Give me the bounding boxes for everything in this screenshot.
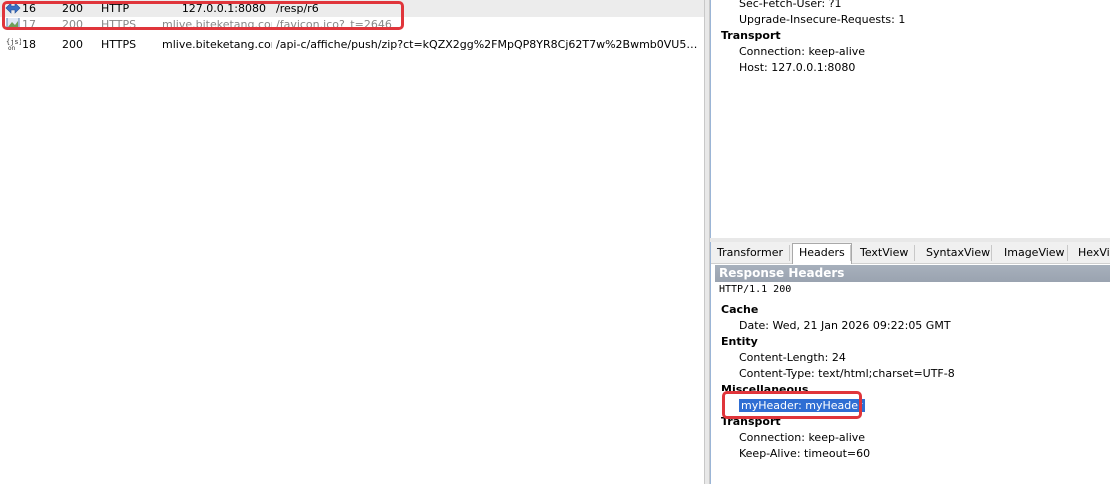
header-item: Content-Type: text/html;charset=UTF-8 — [739, 367, 955, 380]
header-item-myheader[interactable]: myHeader: myHeader — [739, 399, 865, 413]
json-icon: {js} on — [5, 37, 23, 52]
header-item: Keep-Alive: timeout=60 — [739, 447, 871, 460]
session-number: 18 — [22, 38, 36, 51]
header-group-cache: Cache — [721, 303, 759, 316]
tab-hexview[interactable]: HexView — [1072, 244, 1110, 263]
header-item: Host: 127.0.0.1:8080 — [739, 61, 856, 74]
selected-header-text[interactable]: myHeader: myHeader — [739, 399, 865, 412]
response-headers-title: Response Headers — [715, 265, 1110, 282]
header-group-miscellaneous: Miscellaneous — [721, 383, 809, 391]
header-group-entity: Entity — [721, 335, 758, 348]
header-item: Connection: keep-alive — [739, 431, 866, 444]
session-protocol: HTTPS — [101, 18, 137, 30]
session-row-18[interactable]: {js} on 18 200 HTTPS mlive.biteketang.co… — [0, 36, 704, 53]
session-result: 200 — [62, 2, 83, 15]
tab-imageview[interactable]: ImageView — [998, 244, 1071, 263]
session-protocol: HTTPS — [101, 38, 137, 51]
session-number: 16 — [22, 2, 36, 15]
session-host: 127.0.0.1:8080 — [181, 2, 266, 15]
session-url: /api-c/affiche/push/zip?ct=kQZX2gg%2FMpQ… — [276, 38, 700, 51]
header-item: Upgrade-Insecure-Requests: 1 — [739, 13, 906, 26]
session-list[interactable]: 16 200 HTTP 127.0.0.1:8080 /resp/r6 17 2… — [0, 0, 704, 484]
session-protocol: HTTP — [101, 2, 130, 15]
request-headers-pane: Sec-Fetch-User: ?1 Upgrade-Insecure-Requ… — [710, 0, 1110, 238]
session-result: 200 — [62, 38, 83, 51]
image-icon — [5, 18, 21, 30]
session-url: /resp/r6 — [276, 2, 319, 15]
header-item: Connection: keep-alive — [739, 45, 866, 58]
header-item: Date: Wed, 21 Jan 2026 09:22:05 GMT — [739, 319, 951, 332]
tab-transformer[interactable]: Transformer — [711, 244, 789, 263]
header-item: Sec-Fetch-User: ?1 — [739, 0, 842, 10]
session-row-17[interactable]: 17 200 HTTPS mlive.biteketang.com /favic… — [0, 18, 704, 30]
session-row-16[interactable]: 16 200 HTTP 127.0.0.1:8080 /resp/r6 — [0, 0, 704, 17]
session-result: 200 — [62, 18, 83, 30]
header-group-transport: Transport — [721, 29, 781, 42]
tab-syntaxview[interactable]: SyntaxView — [920, 244, 996, 263]
svg-text:on: on — [8, 45, 16, 51]
header-group-transport: Transport — [721, 415, 781, 428]
tab-textview[interactable]: TextView — [854, 244, 914, 263]
response-inspector: Transformer Headers TextView SyntaxView … — [710, 242, 1110, 484]
session-host: mlive.biteketang.com — [162, 38, 272, 51]
response-tab-strip: Transformer Headers TextView SyntaxView … — [711, 242, 1110, 264]
arrows-icon — [5, 1, 21, 15]
header-item: Content-Length: 24 — [739, 351, 846, 364]
status-line: HTTP/1.1 200 — [719, 284, 792, 295]
session-url: /favicon.ico?_t=2646 — [276, 18, 392, 30]
tab-headers[interactable]: Headers — [792, 243, 852, 264]
session-host: mlive.biteketang.com — [162, 18, 272, 30]
session-number: 17 — [22, 18, 36, 30]
